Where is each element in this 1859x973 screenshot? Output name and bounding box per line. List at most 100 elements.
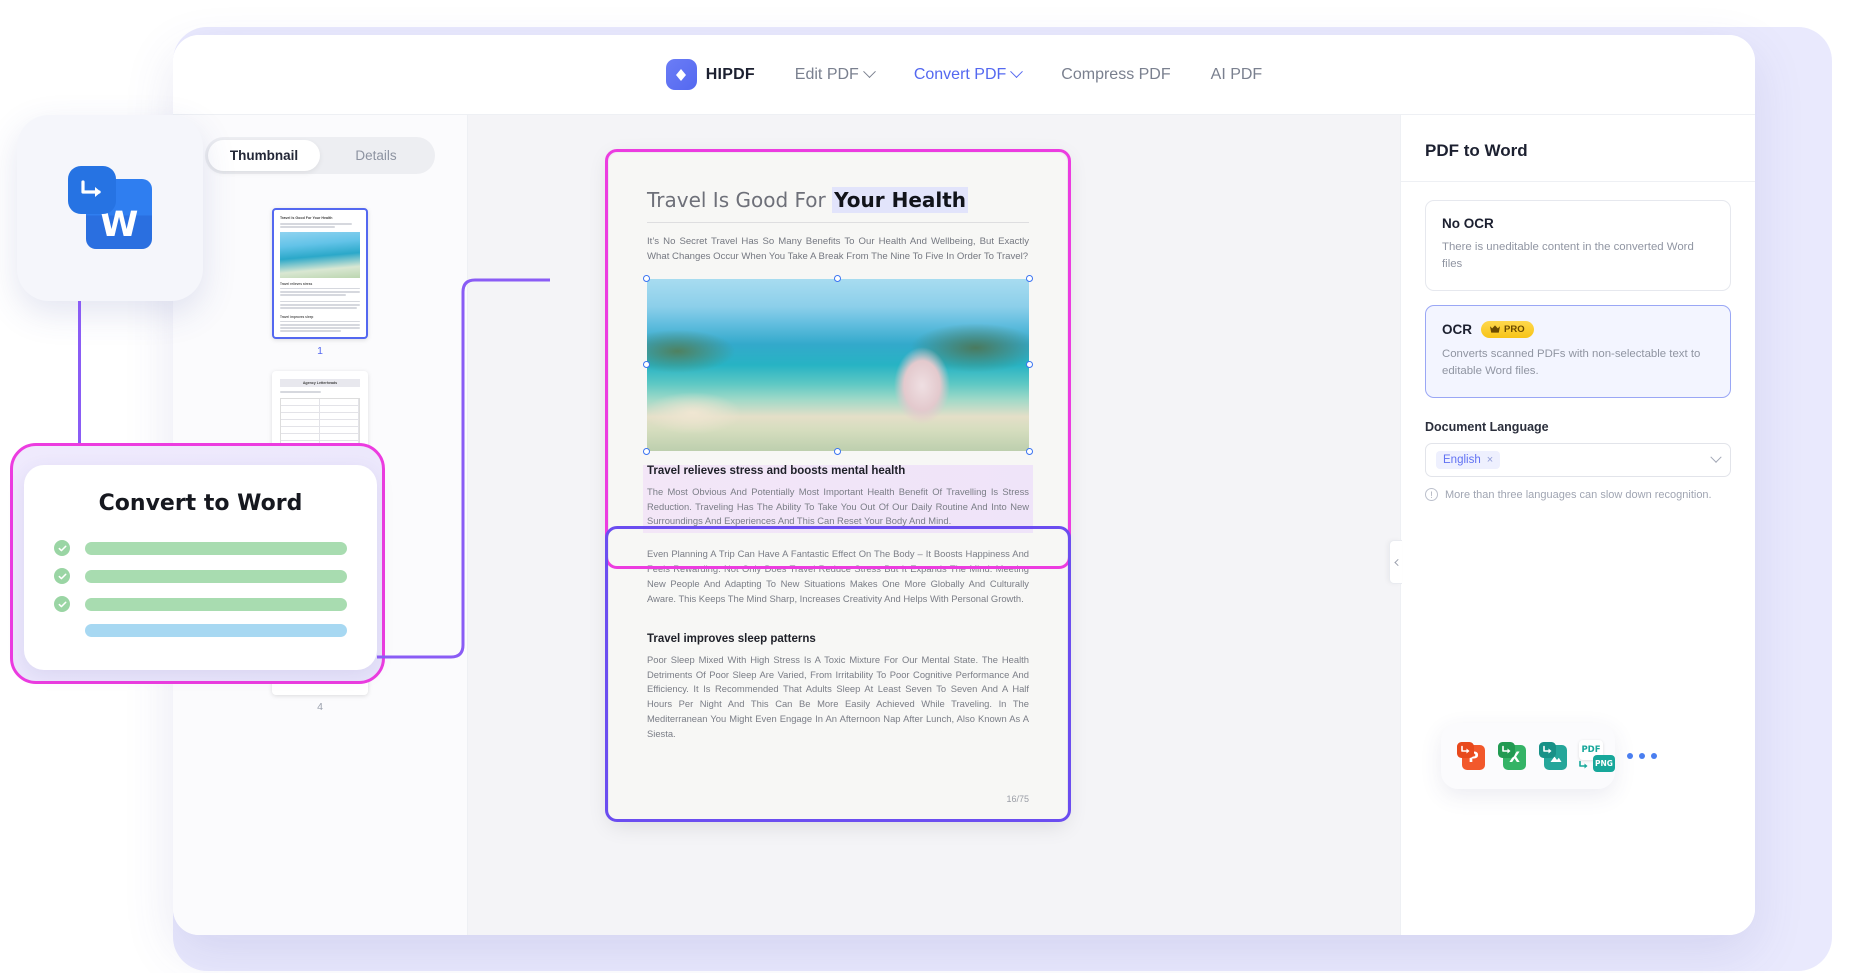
resize-handle-bottom-left[interactable] (643, 447, 650, 455)
check-icon (54, 568, 70, 584)
thumbnail-item[interactable]: Travel Is Good For Your Health Travel re… (173, 208, 467, 357)
thumbnail-title: Agency Letterheads (280, 379, 360, 387)
screenshot-root: HIPDF Edit PDF Convert PDF Compress PDF … (0, 0, 1859, 973)
tab-thumbnail[interactable]: Thumbnail (208, 140, 320, 171)
option-ocr[interactable]: OCR PRO Converts scanned PDFs with non-s… (1425, 305, 1731, 399)
option-header: No OCR (1442, 216, 1714, 231)
thumbnail-number: 1 (317, 345, 323, 357)
top-navigation: HIPDF Edit PDF Convert PDF Compress PDF … (173, 35, 1755, 115)
nav-item-label: Compress PDF (1061, 65, 1171, 83)
thumbnail-table (280, 397, 360, 449)
document-content: Travel Is Good For Your Health It’s No S… (609, 153, 1067, 822)
nav-item-edit-pdf[interactable]: Edit PDF (795, 65, 876, 84)
info-icon: ! (1425, 488, 1438, 502)
section-body: Even Planning A Trip Can Have A Fantasti… (647, 548, 1029, 604)
language-chip-english[interactable]: English × (1436, 451, 1501, 470)
connector-line-vertical (78, 301, 81, 446)
thumbnail-number: 4 (317, 701, 323, 713)
thumbnail-image (280, 231, 360, 278)
document-title-prefix: Travel Is Good For (647, 188, 833, 212)
list-item (54, 540, 347, 556)
word-format-card[interactable]: W (17, 115, 203, 301)
hipdf-logo-icon (665, 59, 697, 90)
resize-handle-middle-right[interactable] (1026, 360, 1033, 368)
document-title[interactable]: Travel Is Good For Your Health (647, 187, 1029, 213)
document-section[interactable]: Travel improves sleep patterns Poor Slee… (647, 633, 1029, 742)
convert-arrow-icon (1539, 742, 1556, 758)
section-body: Poor Sleep Mixed With High Stress Is A T… (647, 653, 1029, 740)
language-hint-text: More than three languages can slow down … (1445, 488, 1712, 501)
convert-to-excel-icon[interactable]: X (1498, 742, 1526, 770)
option-no-ocr[interactable]: No OCR There is uneditable content in th… (1425, 200, 1731, 292)
nav-item-label: AI PDF (1210, 65, 1263, 83)
progress-bar (85, 597, 347, 611)
chevron-left-icon (1393, 558, 1401, 566)
document-language-label: Document Language (1425, 420, 1549, 435)
png-label: PNG (1593, 755, 1615, 772)
resize-handle-middle-left[interactable] (643, 360, 650, 368)
panel-collapse-button[interactable] (1389, 540, 1402, 584)
language-chip-label: English (1443, 454, 1481, 467)
document-image-container[interactable] (643, 274, 1033, 455)
resize-handle-top-left[interactable] (643, 274, 650, 282)
convert-to-word-icon: W (68, 166, 152, 250)
convert-arrow-icon (1498, 742, 1515, 758)
convert-to-word-rows (54, 540, 347, 637)
more-dots-icon[interactable] (1627, 753, 1657, 759)
sidebar-tabs: Thumbnail Details (205, 137, 435, 174)
pdf-to-png-icon[interactable]: PDF PNG (1579, 740, 1615, 772)
close-icon[interactable]: × (1487, 454, 1493, 466)
convert-to-image-icon[interactable] (1539, 742, 1567, 770)
app-window: HIPDF Edit PDF Convert PDF Compress PDF … (173, 35, 1755, 935)
panel-title: PDF to Word (1401, 115, 1755, 182)
document-section[interactable]: Even Planning A Trip Can Have A Fantasti… (647, 547, 1029, 606)
brand-name: HIPDF (705, 65, 755, 83)
resize-handle-bottom-right[interactable] (1026, 447, 1033, 455)
tab-label: Thumbnail (229, 148, 299, 163)
crown-icon (1490, 325, 1500, 333)
nav-item-ai-pdf[interactable]: AI PDF (1211, 66, 1263, 84)
check-icon (54, 596, 70, 612)
option-header: OCR PRO (1442, 321, 1714, 339)
progress-bar (85, 569, 347, 583)
convert-to-powerpoint-icon[interactable]: P (1457, 742, 1485, 770)
option-description: Converts scanned PDFs with non-selectabl… (1442, 348, 1701, 378)
convert-to-word-card-inner: Convert to Word (24, 465, 377, 670)
resize-handle-top-right[interactable] (1026, 274, 1033, 282)
document-page[interactable]: Travel Is Good For Your Health It’s No S… (609, 153, 1067, 822)
option-description: There is uneditable content in the conve… (1442, 241, 1694, 271)
nav-item-compress-pdf[interactable]: Compress PDF (1061, 66, 1170, 84)
list-item (54, 568, 347, 584)
nav-item-convert-pdf[interactable]: Convert PDF (914, 65, 1024, 84)
language-hint: ! More than three languages can slow dow… (1425, 488, 1731, 502)
document-title-selection[interactable]: Your Health (832, 187, 969, 213)
resize-handle-top-center[interactable] (834, 274, 841, 282)
section-heading: Travel relieves stress and boosts mental… (647, 464, 906, 477)
section-heading: Travel improves sleep patterns (647, 632, 816, 645)
title-divider (647, 222, 1029, 223)
document-language-select[interactable]: English × (1425, 443, 1731, 478)
pro-badge: PRO (1481, 321, 1534, 339)
tab-details[interactable]: Details (320, 140, 432, 171)
convert-to-word-title: Convert to Word (98, 491, 303, 516)
format-shortcuts-pill: P X PDF PNG (1441, 723, 1657, 789)
thumbnail-page-1[interactable]: Travel Is Good For Your Health Travel re… (272, 208, 368, 339)
brand[interactable]: HIPDF (665, 59, 755, 90)
progress-bar (85, 541, 347, 555)
page-indicator: 16/75 (1006, 794, 1029, 804)
chevron-down-icon (862, 65, 876, 79)
chevron-down-icon (1710, 451, 1722, 464)
workspace: Thumbnail Details Travel Is Good For You… (173, 115, 1755, 935)
document-image[interactable] (647, 278, 1029, 451)
panel-body: No OCR There is uneditable content in th… (1401, 182, 1755, 519)
convert-arrow-icon (1457, 742, 1474, 758)
chevron-down-icon (1010, 65, 1024, 79)
tab-label: Details (355, 148, 397, 163)
convert-to-word-card: Convert to Word (10, 443, 385, 684)
resize-handle-bottom-center[interactable] (834, 447, 841, 455)
list-item (54, 624, 347, 637)
document-viewer[interactable]: Travel Is Good For Your Health It’s No S… (468, 115, 1400, 935)
progress-bar-active (85, 624, 347, 637)
document-section-highlighted[interactable]: Travel relieves stress and boosts mental… (643, 464, 1033, 534)
list-item (54, 596, 347, 612)
